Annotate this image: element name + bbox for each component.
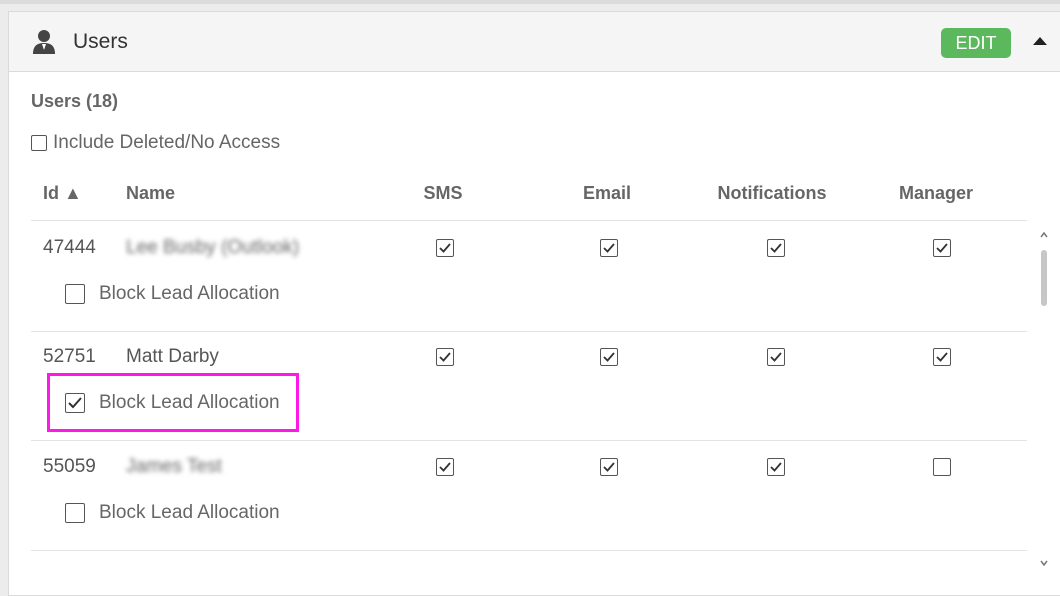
sms-checkbox[interactable] (436, 348, 454, 366)
sms-checkbox-box (436, 458, 454, 476)
notifications-checkbox[interactable] (767, 458, 785, 476)
panel-title: Users (73, 30, 128, 53)
top-divider (0, 0, 1060, 4)
sms-checkbox[interactable] (436, 458, 454, 476)
scroll-thumb[interactable] (1041, 250, 1047, 306)
column-header-email[interactable]: Email (583, 183, 631, 204)
users-panel: Users EDIT Users (18) Include Deleted/No… (8, 11, 1060, 596)
table-row: 55059 James Test Block Lead Allocation (31, 440, 1027, 551)
sms-checkbox-box (436, 348, 454, 366)
caret-up-icon[interactable] (1031, 34, 1049, 48)
email-checkbox[interactable] (600, 239, 618, 257)
manager-checkbox[interactable] (933, 458, 951, 476)
include-deleted-checkbox[interactable] (31, 135, 47, 151)
email-checkbox-box (600, 239, 618, 257)
column-header-sms[interactable]: SMS (423, 183, 462, 204)
block-lead-allocation-toggle[interactable]: Block Lead Allocation (65, 502, 280, 524)
block-lead-allocation-checkbox[interactable] (65, 503, 85, 523)
block-lead-allocation-label: Block Lead Allocation (99, 502, 280, 523)
column-header-manager[interactable]: Manager (899, 183, 973, 204)
table-row: 47444 Lee Busby (Outlook) Block Lead Alloc… (31, 221, 1027, 332)
user-icon (33, 30, 55, 54)
notifications-checkbox-box (767, 239, 785, 257)
scrollbar[interactable] (1037, 230, 1051, 576)
highlight-box (47, 373, 299, 432)
manager-checkbox-box (933, 239, 951, 257)
edit-button[interactable]: EDIT (941, 28, 1011, 58)
include-deleted-label: Include Deleted/No Access (53, 132, 281, 153)
manager-checkbox-box (933, 458, 951, 476)
user-name: James Test (126, 456, 222, 477)
email-checkbox[interactable] (600, 458, 618, 476)
email-checkbox-box (600, 348, 618, 366)
manager-checkbox-box (933, 348, 951, 366)
user-name: Lee Busby (Outlook) (126, 237, 300, 258)
column-header-name[interactable]: Name (126, 183, 175, 204)
user-name: Matt Darby (126, 346, 219, 367)
manager-checkbox[interactable] (933, 348, 951, 366)
scroll-down-icon[interactable] (1039, 558, 1049, 568)
panel-header[interactable]: Users EDIT (9, 12, 1060, 72)
block-lead-allocation-toggle[interactable]: Block Lead Allocation (65, 283, 280, 305)
user-id: 55059 (43, 456, 96, 477)
email-checkbox[interactable] (600, 348, 618, 366)
sms-checkbox[interactable] (436, 239, 454, 257)
block-lead-allocation-checkbox[interactable] (65, 284, 85, 304)
sms-checkbox-box (436, 239, 454, 257)
notifications-checkbox[interactable] (767, 239, 785, 257)
user-id: 47444 (43, 237, 96, 258)
email-checkbox-box (600, 458, 618, 476)
notifications-checkbox-box (767, 458, 785, 476)
block-lead-allocation-label: Block Lead Allocation (99, 283, 280, 304)
manager-checkbox[interactable] (933, 239, 951, 257)
column-header-notifications[interactable]: Notifications (717, 183, 826, 204)
table-row: 52751 Matt Darby Block Lead Allocation (31, 330, 1027, 441)
column-header-id[interactable]: Id ▲ (43, 183, 82, 204)
notifications-checkbox-box (767, 348, 785, 366)
notifications-checkbox[interactable] (767, 348, 785, 366)
include-deleted-toggle[interactable]: Include Deleted/No Access (31, 132, 280, 154)
users-count-heading: Users (18) (31, 91, 119, 111)
scroll-up-icon[interactable] (1039, 230, 1049, 240)
user-id: 52751 (43, 346, 96, 367)
